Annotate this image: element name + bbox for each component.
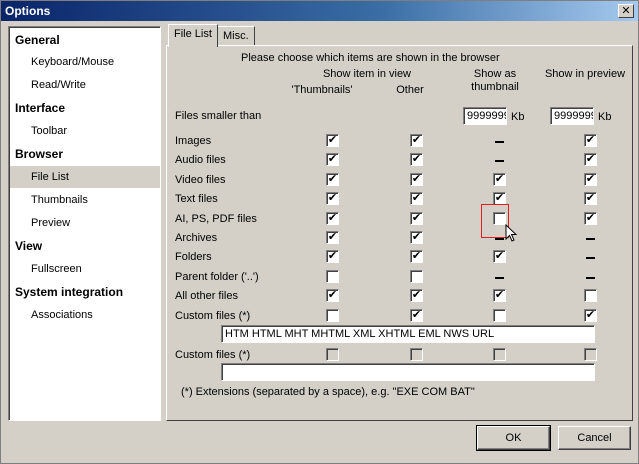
tab-file-list[interactable]: File List	[168, 24, 218, 47]
ok-button[interactable]: OK	[476, 425, 551, 451]
folders-thumbnails-checkbox[interactable]: ✔	[326, 250, 339, 263]
folders-as-thumbnail-checkbox[interactable]: ✔	[493, 250, 506, 263]
sidebar-section-interface[interactable]: Interface	[15, 101, 65, 115]
window-title: Options	[5, 4, 51, 18]
custom-files-other-checkbox[interactable]: ✔	[410, 309, 423, 322]
sidebar-item-preview[interactable]: Preview	[10, 212, 160, 234]
custom2-as-thumbnail-checkbox[interactable]	[493, 348, 506, 361]
sidebar-item-keyboard-mouse[interactable]: Keyboard/Mouse	[10, 51, 160, 73]
row-label-archives: Archives	[175, 232, 218, 244]
all-other-files-thumbnails-checkbox[interactable]: ✔	[326, 289, 339, 302]
custom-extensions-input-2[interactable]	[221, 363, 595, 381]
close-icon[interactable]: ✕	[618, 4, 634, 18]
audio-files-thumbnails-checkbox[interactable]: ✔	[326, 153, 339, 166]
video-files-thumbnails-checkbox[interactable]: ✔	[326, 173, 339, 186]
header-show-as-thumbnail-line1: Show as	[473, 68, 517, 80]
folders-preview-unavailable	[586, 257, 595, 259]
row-label-all-other-files: All other files	[175, 290, 238, 302]
all-other-files-as-thumbnail-checkbox[interactable]: ✔	[493, 289, 506, 302]
parent-folder-thumbnails-checkbox[interactable]	[326, 270, 339, 283]
title-bar: Options ✕	[1, 1, 638, 21]
mouse-cursor-icon	[505, 224, 518, 242]
sidebar-tree: General Keyboard/Mouse Read/Write Interf…	[8, 26, 161, 421]
thumbnail-size-limit-input[interactable]: 9999999	[463, 107, 507, 125]
header-show-in-preview: Show in preview	[544, 68, 626, 80]
images-as-thumbnail-unavailable	[495, 141, 504, 143]
text-files-preview-checkbox[interactable]: ✔	[584, 192, 597, 205]
cancel-button[interactable]: Cancel	[558, 426, 631, 450]
sidebar-item-file-list[interactable]: File List	[10, 166, 160, 188]
sidebar-item-toolbar[interactable]: Toolbar	[10, 120, 160, 142]
sidebar-item-thumbnails[interactable]: Thumbnails	[10, 189, 160, 211]
row-label-audio-files: Audio files	[175, 154, 226, 166]
preview-size-limit-input[interactable]: 9999999	[550, 107, 594, 125]
sidebar-item-fullscreen[interactable]: Fullscreen	[10, 258, 160, 280]
ai-ps-pdf-files-other-checkbox[interactable]: ✔	[410, 212, 423, 225]
tab-misc[interactable]: Misc.	[217, 26, 255, 46]
ai-ps-pdf-files-thumbnails-checkbox[interactable]: ✔	[326, 212, 339, 225]
parent-folder-as-thumbnail-unavailable	[495, 277, 504, 279]
extensions-footnote: (*) Extensions (separated by a space), e…	[181, 386, 475, 398]
header-show-as-thumbnail-line2: thumbnail	[471, 81, 519, 93]
file-list-panel: Please choose which items are shown in t…	[166, 45, 633, 421]
custom2-preview-checkbox[interactable]	[584, 348, 597, 361]
options-window: Options ✕ General Keyboard/Mouse Read/Wr…	[0, 0, 639, 464]
row-label-images: Images	[175, 135, 212, 147]
archives-other-checkbox[interactable]: ✔	[410, 231, 423, 244]
row-label-folders: Folders	[175, 251, 212, 263]
ai-ps-pdf-files-preview-checkbox[interactable]: ✔	[584, 212, 597, 225]
custom2-other-checkbox[interactable]	[410, 348, 423, 361]
archives-preview-unavailable	[586, 238, 595, 240]
all-other-files-other-checkbox[interactable]: ✔	[410, 289, 423, 302]
parent-folder-preview-unavailable	[586, 277, 595, 279]
custom-files-label-2: Custom files (*)	[175, 349, 251, 361]
archives-thumbnails-checkbox[interactable]: ✔	[326, 231, 339, 244]
images-other-checkbox[interactable]: ✔	[410, 134, 423, 147]
parent-folder-other-checkbox[interactable]	[410, 270, 423, 283]
video-files-other-checkbox[interactable]: ✔	[410, 173, 423, 186]
custom-files-as-thumbnail-checkbox[interactable]	[493, 309, 506, 322]
custom-files-preview-checkbox[interactable]: ✔	[584, 309, 597, 322]
text-files-other-checkbox[interactable]: ✔	[410, 192, 423, 205]
header-show-in-view: Show item in view	[322, 68, 412, 80]
row-label-custom-files: Custom files (*)	[175, 310, 251, 322]
audio-files-preview-checkbox[interactable]: ✔	[584, 153, 597, 166]
audio-files-other-checkbox[interactable]: ✔	[410, 153, 423, 166]
row-label-text-files: Text files	[175, 193, 218, 205]
sidebar-section-general[interactable]: General	[15, 33, 60, 47]
video-files-as-thumbnail-checkbox[interactable]: ✔	[493, 173, 506, 186]
video-files-preview-checkbox[interactable]: ✔	[584, 173, 597, 186]
text-files-thumbnails-checkbox[interactable]: ✔	[326, 192, 339, 205]
custom-extensions-input-1[interactable]: HTM HTML MHT MHTML XML XHTML EML NWS URL	[221, 325, 595, 343]
custom-files-thumbnails-checkbox[interactable]	[326, 309, 339, 322]
folders-other-checkbox[interactable]: ✔	[410, 250, 423, 263]
files-smaller-label: Files smaller than	[175, 110, 262, 122]
sidebar-item-read-write[interactable]: Read/Write	[10, 74, 160, 96]
panel-intro: Please choose which items are shown in t…	[241, 52, 500, 64]
images-thumbnails-checkbox[interactable]: ✔	[326, 134, 339, 147]
sidebar-item-associations[interactable]: Associations	[10, 304, 160, 326]
all-other-files-preview-checkbox[interactable]	[584, 289, 597, 302]
custom2-thumbnails-checkbox[interactable]	[326, 348, 339, 361]
thumbnail-size-unit: Kb	[511, 111, 525, 123]
archives-as-thumbnail-unavailable	[495, 238, 504, 240]
header-other: Other	[396, 84, 424, 96]
preview-size-unit: Kb	[598, 111, 612, 123]
sidebar-section-system-integration[interactable]: System integration	[15, 285, 123, 299]
images-preview-checkbox[interactable]: ✔	[584, 134, 597, 147]
row-label-parent-folder: Parent folder ('..')	[175, 271, 259, 283]
sidebar-section-view[interactable]: View	[15, 239, 42, 253]
row-label-ai-ps-pdf-files: AI, PS, PDF files	[175, 213, 257, 225]
row-label-video-files: Video files	[175, 174, 226, 186]
sidebar-section-browser[interactable]: Browser	[15, 147, 63, 161]
header-thumbnails: 'Thumbnails'	[291, 84, 353, 96]
audio-files-as-thumbnail-unavailable	[495, 160, 504, 162]
